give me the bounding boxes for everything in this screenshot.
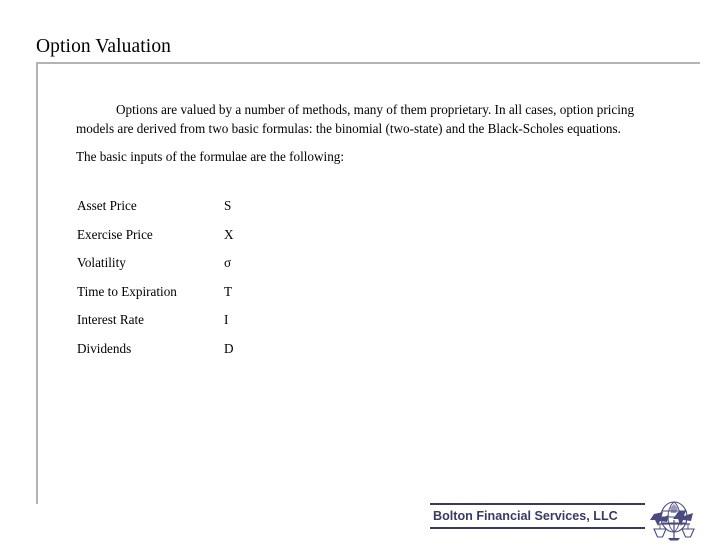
- input-symbol: T: [224, 283, 233, 299]
- input-symbol: D: [224, 340, 234, 356]
- input-label: Dividends: [77, 340, 132, 356]
- list-item: Interest Rate I: [77, 312, 477, 341]
- input-symbol: X: [224, 226, 234, 242]
- left-border-divider: [36, 63, 38, 504]
- input-label: Exercise Price: [77, 226, 153, 242]
- input-label: Time to Expiration: [77, 283, 177, 299]
- list-item: Dividends D: [77, 341, 477, 370]
- model-inputs-list: Asset Price S Exercise Price X Volatilit…: [77, 198, 477, 370]
- input-symbol: σ: [224, 255, 232, 271]
- list-item: Exercise Price X: [77, 227, 477, 256]
- paragraph-valuation-methods: Options are valued by a number of method…: [76, 102, 635, 137]
- slide-footer: Bolton Financial Services, LLC: [430, 498, 718, 542]
- title-divider: [36, 62, 700, 64]
- company-name: Bolton Financial Services, LLC: [433, 509, 618, 523]
- body-text-block: Options are valued by a number of method…: [76, 100, 652, 167]
- input-label: Interest Rate: [77, 312, 145, 328]
- list-item: Asset Price S: [77, 198, 477, 227]
- input-label: Volatility: [77, 255, 126, 271]
- list-item: Volatility σ: [77, 255, 477, 284]
- input-label: Asset Price: [77, 198, 137, 213]
- page-title: Option Valuation: [36, 36, 172, 57]
- paragraph-basic-inputs-intro: The basic inputs of the formulae are the…: [76, 149, 345, 165]
- footer-divider-bottom: [430, 527, 645, 529]
- list-item: Time to Expiration T: [77, 284, 477, 313]
- slide-canvas: Option Valuation Options are valued by a…: [0, 0, 720, 542]
- input-symbol: I: [224, 312, 229, 328]
- input-symbol: S: [224, 198, 232, 213]
- globe-scales-logo-icon: [648, 498, 700, 542]
- footer-divider-top: [430, 503, 645, 505]
